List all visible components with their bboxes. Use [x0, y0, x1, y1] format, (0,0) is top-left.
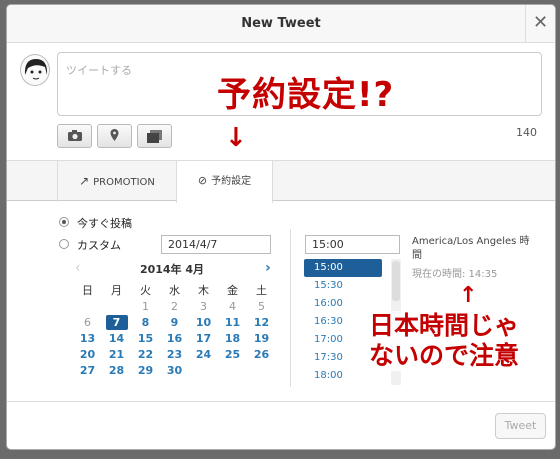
- annotation-arrow-down: ↓: [225, 123, 247, 153]
- location-pin-icon: [110, 129, 119, 141]
- character-counter: 140: [516, 126, 537, 139]
- divider: [290, 229, 291, 387]
- calendar-day[interactable]: 9: [160, 314, 189, 330]
- weekday-header: 日: [82, 284, 93, 297]
- calendar-day: [102, 298, 131, 314]
- calendar-day-selected[interactable]: 7: [102, 314, 131, 330]
- tab-schedule-label: 予約設定: [211, 176, 252, 187]
- calendar-day: 1: [142, 299, 149, 313]
- radio-now-label: 今すぐ投稿: [77, 217, 132, 230]
- calendar-day[interactable]: 23: [160, 346, 189, 362]
- tabs-bar: ↗ PROMOTION ⊘ 予約設定: [7, 160, 555, 203]
- next-month-icon[interactable]: ›: [265, 260, 271, 276]
- calendar-day-selected-label: 7: [105, 314, 128, 330]
- tweet-button[interactable]: Tweet: [495, 413, 546, 439]
- dialog-footer: Tweet: [7, 401, 555, 449]
- close-icon[interactable]: ✕: [525, 5, 555, 43]
- weekday-header: 木: [198, 284, 209, 297]
- calendar-day[interactable]: 26: [247, 346, 276, 362]
- calendar-day: [189, 362, 218, 378]
- calendar-day[interactable]: 30: [160, 362, 189, 378]
- tab-promotion[interactable]: ↗ PROMOTION: [57, 161, 177, 202]
- calendar-day[interactable]: 18: [218, 330, 247, 346]
- calendar-day: 5: [258, 299, 265, 313]
- calendar-day: 4: [229, 299, 236, 313]
- calendar-day[interactable]: 16: [160, 330, 189, 346]
- dialog-title: New Tweet: [241, 16, 321, 31]
- calendar-day[interactable]: 12: [247, 314, 276, 330]
- calendar-day[interactable]: 22: [131, 346, 160, 362]
- annotation-bottom-line2: ないので注意: [369, 341, 520, 370]
- calendar-day: 6: [84, 315, 91, 329]
- dialog-header: New Tweet ✕: [7, 5, 555, 43]
- calendar-day[interactable]: 20: [73, 346, 102, 362]
- tab-promotion-label: PROMOTION: [93, 177, 155, 188]
- camera-icon: [68, 130, 82, 141]
- calendar-day: [218, 362, 247, 378]
- current-time-label: 現在の時間: 14:35: [412, 269, 498, 280]
- calendar-day[interactable]: 11: [218, 314, 247, 330]
- gallery-icon: [147, 130, 162, 143]
- calendar-day[interactable]: 17: [189, 330, 218, 346]
- media-button[interactable]: [137, 124, 172, 148]
- radio-now[interactable]: [59, 217, 69, 227]
- calendar-day: 2: [171, 299, 178, 313]
- calendar-day[interactable]: 29: [131, 362, 160, 378]
- radio-custom-label: カスタム: [77, 239, 121, 252]
- calendar-day[interactable]: 14: [102, 330, 131, 346]
- calendar-day: [73, 298, 102, 314]
- annotation-arrow-up: ↑: [459, 283, 478, 308]
- time-input[interactable]: 15:00: [305, 235, 400, 254]
- avatar: [20, 54, 50, 86]
- calendar-day[interactable]: 24: [189, 346, 218, 362]
- calendar-day: [247, 362, 276, 378]
- weekday-header: 金: [227, 284, 238, 297]
- scrollbar-thumb[interactable]: [392, 261, 400, 301]
- time-option-selected[interactable]: 15:00: [304, 259, 382, 277]
- location-button[interactable]: [97, 124, 132, 148]
- weekday-header: 火: [140, 284, 151, 297]
- calendar-day[interactable]: 13: [73, 330, 102, 346]
- arrow-up-right-icon: ↗: [79, 174, 90, 188]
- date-input[interactable]: 2014/4/7: [161, 235, 271, 254]
- annotation-bottom-line1: 日本時間じゃ: [369, 311, 520, 340]
- clock-icon: ⊘: [197, 174, 208, 187]
- timezone-label: America/Los Angeles 時間: [412, 236, 530, 261]
- weekday-header: 水: [169, 284, 180, 297]
- calendar-month-label: 2014年 4月: [139, 263, 205, 276]
- calendar-day[interactable]: 28: [102, 362, 131, 378]
- new-tweet-dialog: New Tweet ✕ ツイートする 140 ↗ PROMOTION ⊘ 予約設定: [6, 4, 556, 450]
- weekday-header: 月: [111, 284, 122, 297]
- time-option[interactable]: 15:30: [304, 277, 401, 295]
- calendar-day[interactable]: 10: [189, 314, 218, 330]
- calendar-day[interactable]: 15: [131, 330, 160, 346]
- calendar-day[interactable]: 25: [218, 346, 247, 362]
- weekday-header: 土: [256, 284, 267, 297]
- radio-custom[interactable]: [59, 239, 69, 249]
- tab-schedule[interactable]: ⊘ 予約設定: [176, 161, 273, 203]
- calendar-day[interactable]: 19: [247, 330, 276, 346]
- annotation-bottom: 日本時間じゃ ないので注意: [369, 311, 555, 371]
- calendar-grid: 日 月 火 水 木 金 土 1 2 3 4 5 6 7 8 9 10 11 12…: [73, 282, 276, 378]
- calendar-day: 3: [200, 299, 207, 313]
- calendar-day[interactable]: 27: [73, 362, 102, 378]
- calendar-day[interactable]: 21: [102, 346, 131, 362]
- camera-button[interactable]: [57, 124, 92, 148]
- annotation-top: 予約設定!?: [217, 75, 395, 115]
- calendar-day[interactable]: 8: [131, 314, 160, 330]
